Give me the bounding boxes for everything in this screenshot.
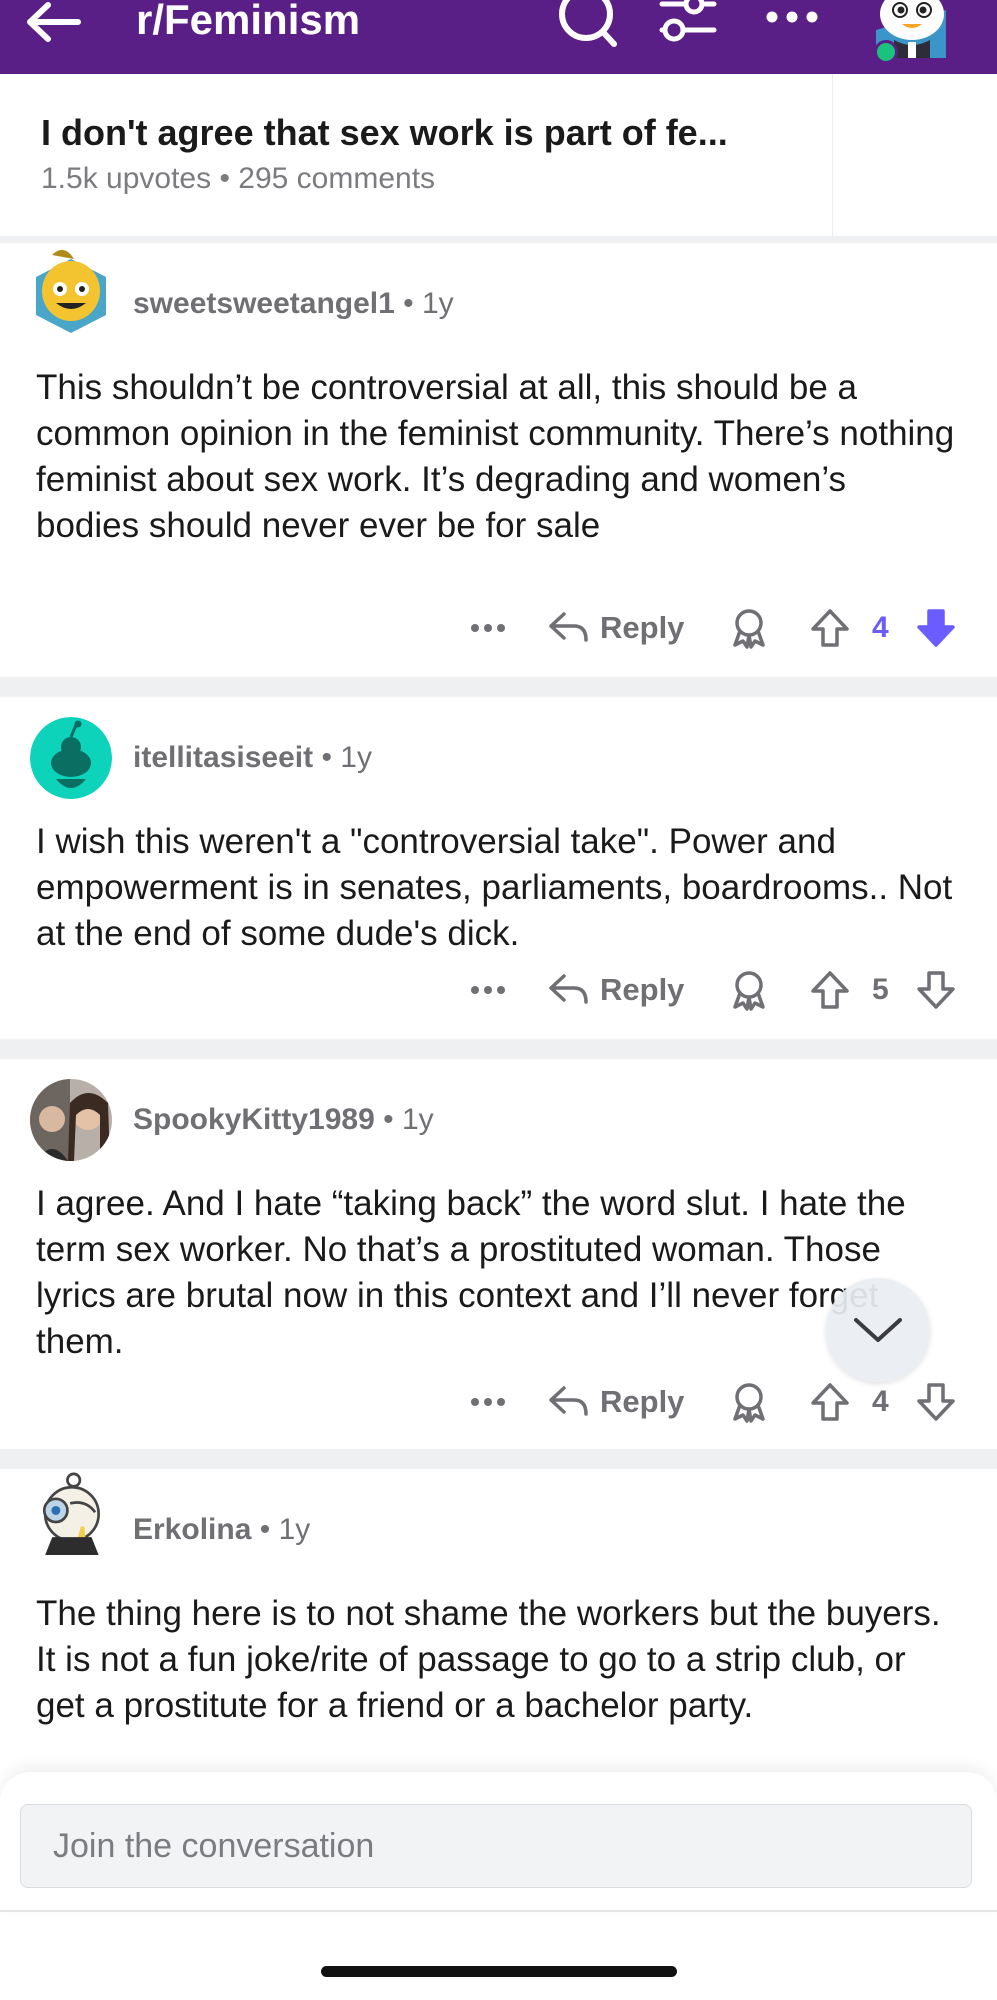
more-options-button[interactable]: [470, 1377, 506, 1427]
search-icon[interactable]: [556, 0, 618, 48]
filter-sliders-icon[interactable]: [658, 0, 718, 46]
reply-button[interactable]: Reply: [548, 603, 684, 653]
reply-label: Reply: [600, 1384, 685, 1419]
upvote-arrow-icon: [811, 609, 849, 647]
next-comment-button[interactable]: [826, 1278, 930, 1382]
reply-arrow-icon: [549, 1386, 588, 1416]
user-avatar[interactable]: [30, 1079, 112, 1161]
vote-count: 4: [872, 611, 889, 644]
reply-arrow-icon: [549, 612, 588, 642]
comment-body: I agree. And I hate “taking back” the wo…: [36, 1184, 906, 1361]
comment: SpookyKitty1989 • 1y I agree. And I hate…: [0, 1059, 997, 1449]
upvote-button[interactable]: [810, 603, 850, 653]
comment-author[interactable]: itellitasiseeit • 1y: [133, 741, 372, 775]
award-icon: [733, 609, 765, 649]
comment-author[interactable]: Erkolina • 1y: [133, 1513, 310, 1547]
online-status-dot: [874, 40, 898, 64]
comment-author[interactable]: SpookyKitty1989 • 1y: [133, 1103, 434, 1137]
home-indicator[interactable]: [321, 1966, 677, 1977]
reply-button[interactable]: Reply: [548, 965, 684, 1015]
comment-divider: [0, 1039, 997, 1059]
back-arrow-icon[interactable]: [22, 2, 82, 46]
comment-body: The thing here is to not shame the worke…: [36, 1594, 941, 1725]
comment-age: 1y: [401, 1103, 434, 1136]
comment-body: I wish this weren't a "controversial tak…: [36, 822, 953, 953]
more-dots-icon: [471, 986, 505, 994]
top-bar: r/Feminism: [0, 0, 997, 74]
vote-count: 4: [872, 1385, 889, 1418]
comment: itellitasiseeit • 1y I wish this weren't…: [0, 697, 997, 1039]
downvote-arrow-icon: [917, 1383, 955, 1421]
upvote-arrow-icon: [811, 971, 849, 1009]
user-avatar[interactable]: [30, 1472, 112, 1555]
comment: sweetsweetangel1 • 1y This shouldn’t be …: [0, 243, 997, 677]
award-button[interactable]: [728, 603, 770, 653]
more-options-button[interactable]: [470, 965, 506, 1015]
more-options-button[interactable]: [470, 603, 506, 653]
vote-score: 5: [872, 965, 889, 1015]
comment-age: 1y: [278, 1513, 311, 1546]
award-icon: [733, 971, 765, 1011]
username[interactable]: SpookyKitty1989: [133, 1103, 375, 1136]
vote-score: 4: [872, 603, 889, 653]
comment-body: This shouldn’t be controversial at all, …: [36, 368, 955, 545]
downvote-button[interactable]: [916, 603, 956, 653]
upvote-button[interactable]: [810, 1377, 850, 1427]
award-icon: [733, 1383, 765, 1423]
downvote-arrow-icon: [917, 971, 955, 1009]
section-divider: [0, 236, 997, 243]
divider: [832, 74, 833, 236]
post-summary[interactable]: I don't agree that sex work is part of f…: [0, 74, 997, 236]
reply-arrow-icon: [549, 974, 588, 1004]
meta-separator: •: [259, 1513, 271, 1546]
comment: Erkolina • 1y The thing here is to not s…: [0, 1469, 997, 1789]
more-dots-icon[interactable]: [764, 0, 820, 40]
vote-count: 5: [872, 973, 889, 1006]
comment-age: 1y: [422, 287, 454, 320]
divider: [0, 1910, 997, 1912]
comment-divider: [0, 677, 997, 697]
user-avatar[interactable]: [30, 717, 112, 799]
username[interactable]: sweetsweetangel1: [133, 287, 395, 320]
more-dots-icon: [471, 1398, 505, 1406]
join-conversation-input[interactable]: [20, 1804, 972, 1888]
downvote-arrow-icon: [917, 609, 955, 647]
upvote-button[interactable]: [810, 965, 850, 1015]
comment-actions: Reply 4: [0, 603, 997, 653]
award-button[interactable]: [728, 965, 770, 1015]
award-button[interactable]: [728, 1377, 770, 1427]
vote-score: 4: [872, 1377, 889, 1427]
more-dots-icon: [471, 624, 505, 632]
user-avatar[interactable]: [30, 249, 112, 333]
username[interactable]: Erkolina: [133, 1513, 251, 1546]
meta-separator: •: [321, 741, 332, 774]
meta-separator: •: [383, 1103, 394, 1136]
comment-divider: [0, 1449, 997, 1469]
post-meta: 1.5k upvotes • 295 comments: [41, 162, 436, 195]
reply-label: Reply: [600, 972, 685, 1007]
reply-label: Reply: [600, 610, 685, 645]
upvote-arrow-icon: [811, 1383, 849, 1421]
meta-separator: •: [403, 287, 414, 320]
comment-actions: Reply 4: [0, 1377, 997, 1427]
comment-composer: [0, 1772, 997, 1912]
post-title[interactable]: I don't agree that sex work is part of f…: [41, 112, 728, 154]
username[interactable]: itellitasiseeit: [133, 741, 313, 774]
reply-button[interactable]: Reply: [548, 1377, 684, 1427]
comment-actions: Reply 5: [0, 965, 997, 1015]
chevron-down-icon: [854, 1318, 902, 1342]
comment-age: 1y: [340, 741, 372, 774]
downvote-button[interactable]: [916, 1377, 956, 1427]
subreddit-title[interactable]: r/Feminism: [136, 0, 360, 42]
downvote-button[interactable]: [916, 965, 956, 1015]
comment-author[interactable]: sweetsweetangel1 • 1y: [133, 287, 454, 321]
